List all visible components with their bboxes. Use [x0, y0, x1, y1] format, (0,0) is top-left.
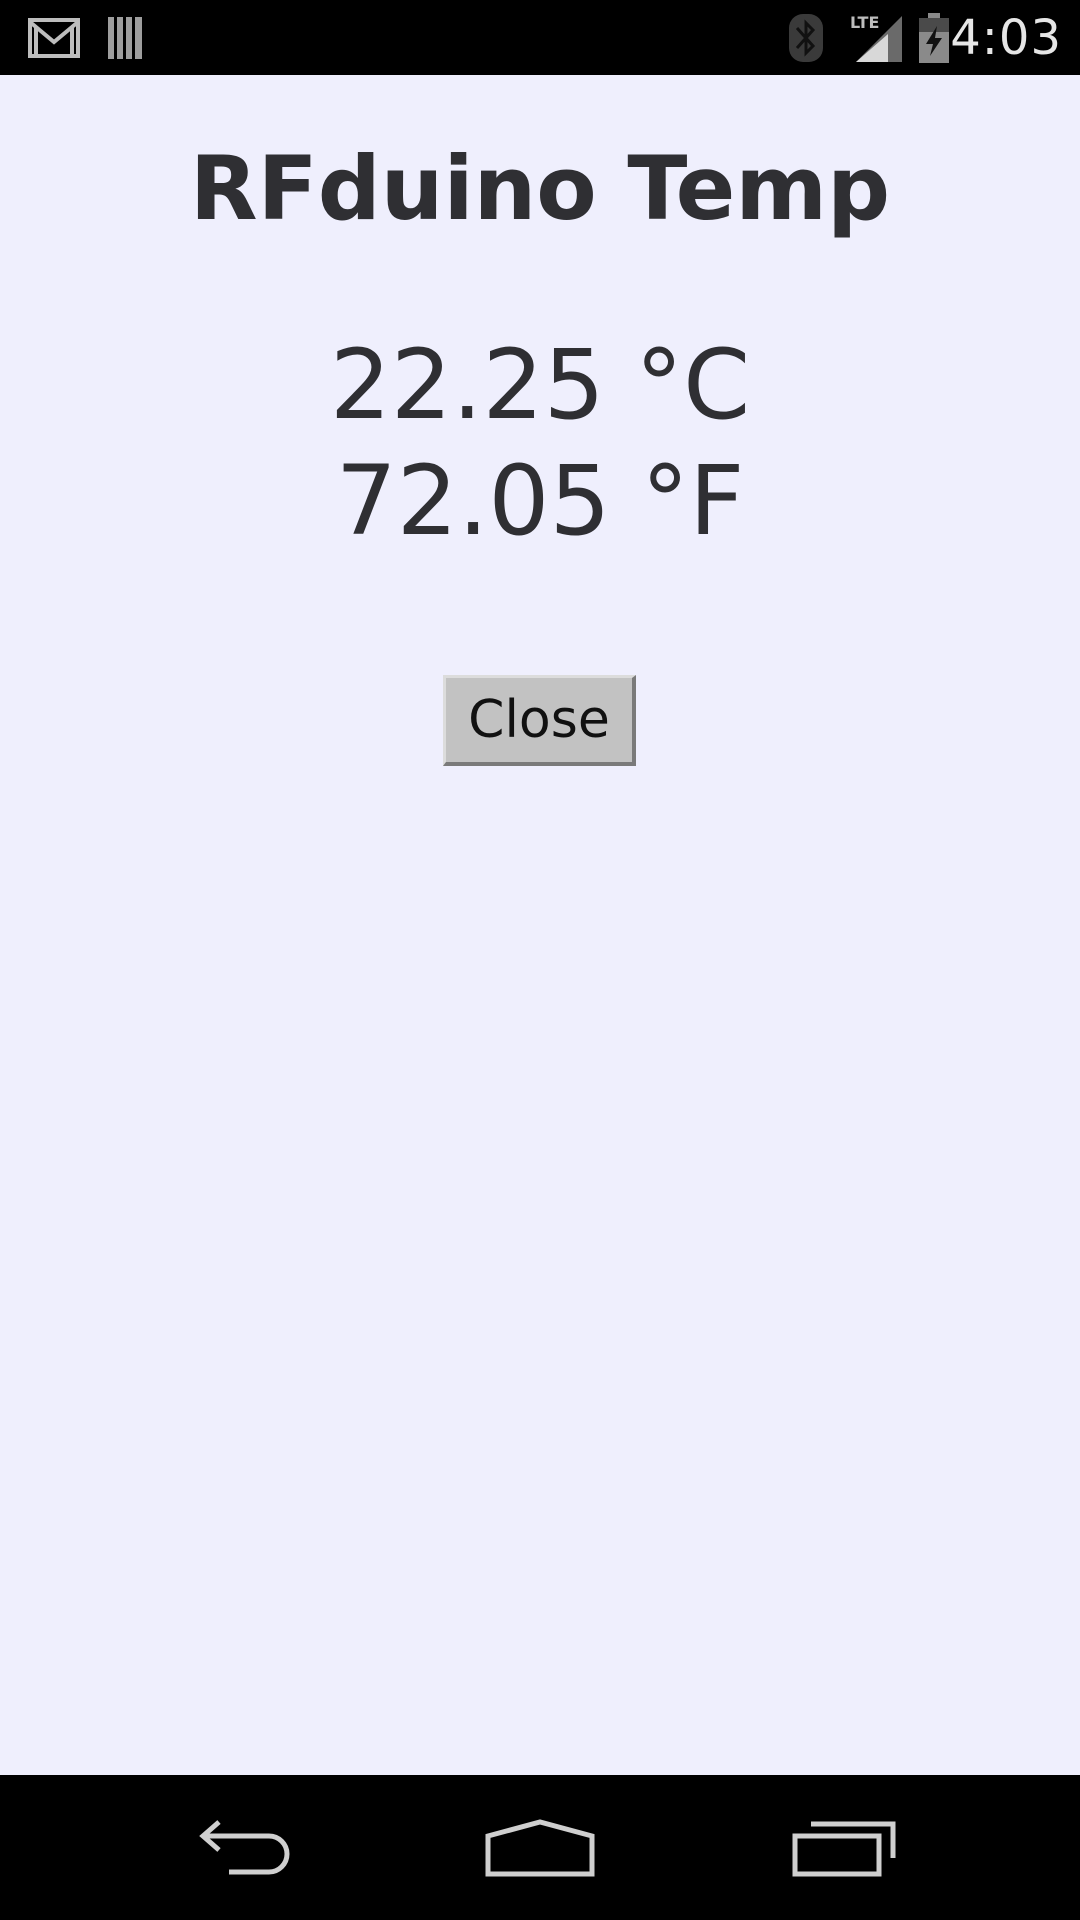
navigation-bar: [0, 1775, 1080, 1920]
screen: LTE 4:03 RFduino Temp 22.25 °C 72.05 °F …: [0, 0, 1080, 1920]
bluetooth-icon: [788, 0, 824, 75]
celsius-reading: 22.25 °C: [329, 329, 751, 441]
home-icon[interactable]: [440, 1775, 640, 1920]
fahrenheit-reading: 72.05 °F: [335, 445, 745, 557]
barcode-icon: [106, 0, 146, 75]
app-title: RFduino Temp: [189, 137, 891, 240]
gmail-icon: [28, 0, 80, 75]
close-button[interactable]: Close: [443, 675, 636, 766]
app-content: RFduino Temp 22.25 °C 72.05 °F Close: [0, 75, 1080, 1775]
battery-charging-icon: [918, 0, 950, 75]
back-icon[interactable]: [140, 1775, 340, 1920]
lte-signal-icon: LTE: [848, 0, 904, 75]
recent-apps-icon[interactable]: [744, 1775, 944, 1920]
network-label: LTE: [850, 13, 879, 32]
status-time: 4:03: [950, 9, 1062, 66]
status-bar: LTE 4:03: [0, 0, 1080, 75]
